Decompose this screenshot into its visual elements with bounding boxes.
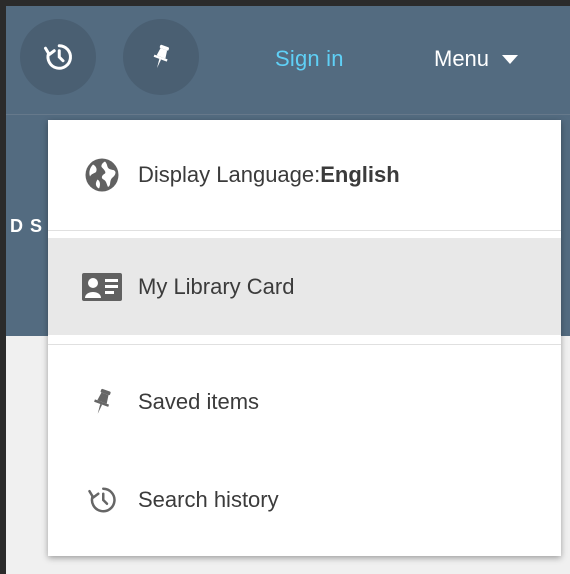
history-icon bbox=[44, 44, 72, 70]
display-language-value: English bbox=[320, 162, 400, 187]
id-card-icon bbox=[80, 272, 124, 301]
header-divider bbox=[6, 114, 570, 115]
menu-item-search-history[interactable]: Search history bbox=[48, 452, 561, 548]
pin-icon bbox=[80, 386, 124, 418]
search-history-button[interactable] bbox=[20, 19, 96, 95]
history-icon bbox=[80, 485, 124, 515]
display-language-label: Display Language: bbox=[138, 162, 321, 187]
sign-in-link[interactable]: Sign in bbox=[275, 46, 344, 72]
menu-separator bbox=[48, 344, 561, 345]
menu-label: Menu bbox=[434, 46, 490, 71]
menu-item-saved-items[interactable]: Saved items bbox=[48, 352, 561, 452]
caret-down-icon bbox=[501, 53, 519, 65]
menu-toggle[interactable]: Menu bbox=[434, 46, 519, 72]
pin-icon bbox=[153, 44, 170, 68]
app-frame: Sign in Menu D S Display Language: Englis… bbox=[6, 6, 570, 574]
saved-items-label: Saved items bbox=[138, 389, 260, 414]
partial-header-text: D S bbox=[10, 216, 44, 236]
menu-item-library-card[interactable]: My Library Card bbox=[48, 238, 561, 335]
saved-items-button[interactable] bbox=[123, 19, 199, 95]
menu-separator bbox=[48, 230, 561, 231]
menu-dropdown: Display Language: English My Library Card bbox=[48, 120, 561, 556]
library-card-label: My Library Card bbox=[138, 273, 295, 299]
search-history-label: Search history bbox=[138, 487, 279, 512]
globe-icon bbox=[80, 157, 124, 193]
menu-item-display-language[interactable]: Display Language: English bbox=[48, 120, 561, 230]
